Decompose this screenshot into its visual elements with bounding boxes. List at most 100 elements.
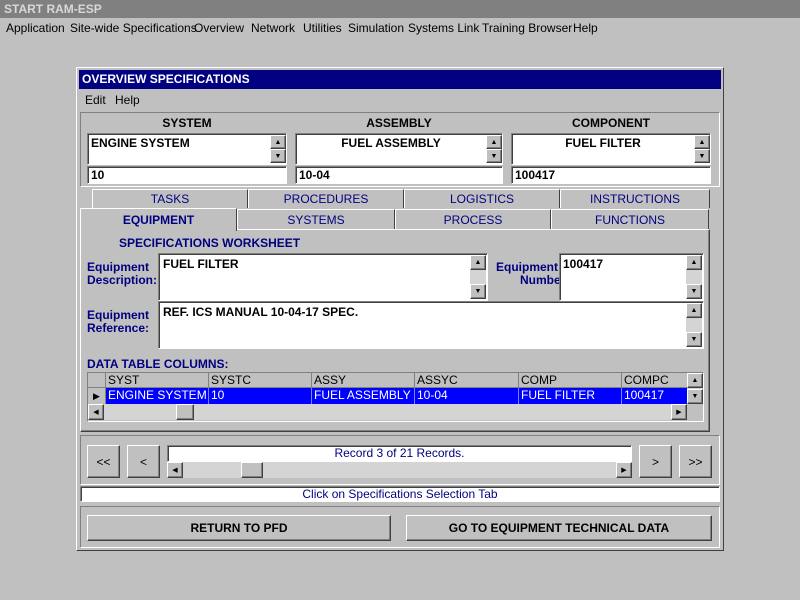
system-code-field[interactable]: 10 (87, 166, 287, 184)
record-status-field: Record 3 of 21 Records. (167, 445, 632, 462)
scroll-down-arrow-icon[interactable]: ▼ (687, 389, 703, 404)
component-name-field[interactable]: FUEL FILTER (511, 133, 711, 165)
tab-systems[interactable]: SYSTEMS (237, 209, 395, 229)
equipment-reference-label: Equipment Reference: (87, 309, 149, 335)
column-header-assyc[interactable]: ASSYC (415, 373, 519, 388)
column-header-systc[interactable]: SYSTC (209, 373, 312, 388)
return-to-pfd-button[interactable]: RETURN TO PFD (87, 515, 391, 541)
window-menu-help[interactable]: Help (115, 93, 140, 107)
assembly-code-field[interactable]: 10-04 (295, 166, 503, 184)
equipment-reference-label-line2: Reference: (87, 321, 150, 335)
column-header-assy[interactable]: ASSY (312, 373, 415, 388)
system-name-scrollbar[interactable]: ▲ ▼ (270, 135, 286, 163)
scroll-left-arrow-icon[interactable]: ◀ (88, 404, 104, 420)
menu-site-wide-specifications[interactable]: Site-wide Specifications (70, 21, 197, 35)
window-title: OVERVIEW SPECIFICATIONS (82, 72, 250, 86)
table-row[interactable]: ENGINE SYSTEM 10 FUEL ASSEMBLY 10-04 FUE… (106, 388, 687, 404)
menu-application[interactable]: Application (6, 21, 65, 35)
column-header-compc[interactable]: COMPC (622, 373, 687, 388)
data-table-title: DATA TABLE COLUMNS: (87, 357, 229, 371)
equipment-number-scrollbar[interactable]: ▲ ▼ (686, 255, 702, 299)
table-cell-assy: FUEL ASSEMBLY (312, 388, 415, 404)
scroll-up-arrow-icon[interactable]: ▲ (686, 303, 702, 318)
scroll-down-arrow-icon[interactable]: ▼ (270, 149, 286, 163)
component-code-field[interactable]: 100417 (511, 166, 711, 184)
scroll-right-arrow-icon[interactable]: ▶ (671, 404, 687, 420)
menu-simulation[interactable]: Simulation (348, 21, 404, 35)
scroll-up-arrow-icon[interactable]: ▲ (687, 373, 703, 388)
last-record-button[interactable]: >> (679, 445, 712, 478)
scroll-down-arrow-icon[interactable]: ▼ (470, 284, 486, 299)
table-horizontal-scrollbar[interactable]: ◀ ▶ (88, 404, 687, 420)
scroll-up-arrow-icon[interactable]: ▲ (686, 255, 702, 270)
scroll-down-arrow-icon[interactable]: ▼ (486, 149, 502, 163)
next-record-button[interactable]: > (639, 445, 672, 478)
menu-help[interactable]: Help (573, 21, 598, 35)
window-menu-edit[interactable]: Edit (85, 93, 106, 107)
app-menubar: Application Site-wide Specifications Ove… (0, 18, 800, 38)
status-text: Click on Specifications Selection Tab (302, 487, 498, 501)
system-name-field[interactable]: ENGINE SYSTEM (87, 133, 287, 165)
menu-training-browser[interactable]: Training Browser (482, 21, 572, 35)
tab-procedures[interactable]: PROCEDURES (248, 189, 404, 208)
table-cell-syst: ENGINE SYSTEM (106, 388, 209, 404)
window-title-bar: OVERVIEW SPECIFICATIONS (79, 70, 721, 89)
tab-instructions[interactable]: INSTRUCTIONS (560, 189, 710, 208)
table-cell-compc: 100417 (624, 388, 665, 402)
scroll-down-arrow-icon[interactable]: ▼ (686, 332, 702, 347)
worksheet-title: SPECIFICATIONS WORKSHEET (119, 236, 301, 250)
app-title: START RAM-ESP (4, 2, 102, 16)
equipment-description-field[interactable]: FUEL FILTER (158, 253, 488, 301)
assembly-code-value: 10-04 (299, 168, 330, 182)
app-title-bar: START RAM-ESP (0, 0, 800, 18)
tab-logistics[interactable]: LOGISTICS (404, 189, 560, 208)
scroll-left-arrow-icon[interactable]: ◀ (167, 462, 183, 478)
menu-overview[interactable]: Overview (194, 21, 244, 35)
assembly-name-value: FUEL ASSEMBLY (341, 136, 441, 150)
record-position-thumb[interactable] (240, 462, 263, 478)
go-to-equipment-technical-data-button[interactable]: GO TO EQUIPMENT TECHNICAL DATA (406, 515, 712, 541)
component-header: COMPONENT (572, 116, 650, 130)
scroll-thumb[interactable] (176, 404, 194, 420)
scroll-right-arrow-icon[interactable]: ▶ (616, 462, 632, 478)
tab-functions[interactable]: FUNCTIONS (551, 209, 709, 229)
equipment-description-label: Equipment Description: (87, 261, 157, 287)
record-position-control[interactable]: Record 3 of 21 Records. ◀ ▶ (167, 445, 632, 478)
equipment-reference-field[interactable]: REF. ICS MANUAL 10-04-17 SPEC. (158, 301, 704, 349)
menu-network[interactable]: Network (251, 21, 295, 35)
table-vertical-scrollbar[interactable]: ▲ ▼ (687, 373, 703, 404)
equipment-description-value: FUEL FILTER (163, 257, 239, 271)
scroll-up-arrow-icon[interactable]: ▲ (470, 255, 486, 270)
scroll-up-arrow-icon[interactable]: ▲ (270, 135, 286, 149)
equipment-reference-scrollbar[interactable]: ▲ ▼ (686, 303, 702, 347)
tab-process[interactable]: PROCESS (395, 209, 551, 229)
tab-tasks[interactable]: TASKS (92, 189, 248, 208)
first-record-button[interactable]: << (87, 445, 120, 478)
assembly-name-field[interactable]: FUEL ASSEMBLY (295, 133, 503, 165)
menu-systems-link[interactable]: Systems Link (408, 21, 479, 35)
column-header-syst[interactable]: SYST (106, 373, 209, 388)
scroll-down-arrow-icon[interactable]: ▼ (694, 149, 710, 163)
equipment-number-field[interactable]: 100417 (559, 253, 704, 301)
assembly-name-scrollbar[interactable]: ▲ ▼ (486, 135, 502, 163)
scroll-up-arrow-icon[interactable]: ▲ (694, 135, 710, 149)
equipment-description-scrollbar[interactable]: ▲ ▼ (470, 255, 486, 299)
component-name-scrollbar[interactable]: ▲ ▼ (694, 135, 710, 163)
previous-record-button[interactable]: < (127, 445, 160, 478)
system-name-value: ENGINE SYSTEM (91, 136, 190, 150)
row-pointer-icon: ▶ (88, 388, 106, 404)
system-code-value: 10 (91, 168, 105, 182)
row-header-corner (88, 373, 106, 388)
record-position-scrollbar[interactable]: ◀ ▶ (167, 462, 632, 478)
menu-utilities[interactable]: Utilities (303, 21, 342, 35)
table-cell-comp: FUEL FILTER (519, 388, 622, 404)
column-header-comp[interactable]: COMP (519, 373, 622, 388)
scroll-up-arrow-icon[interactable]: ▲ (486, 135, 502, 149)
window-menubar: Edit Help (79, 90, 721, 110)
system-header: SYSTEM (162, 116, 212, 130)
equipment-number-value: 100417 (563, 257, 604, 271)
table-cell-systc: 10 (209, 388, 312, 404)
scroll-down-arrow-icon[interactable]: ▼ (686, 284, 702, 299)
equipment-description-label-line2: Description: (87, 273, 158, 287)
tab-equipment[interactable]: EQUIPMENT (80, 208, 237, 231)
